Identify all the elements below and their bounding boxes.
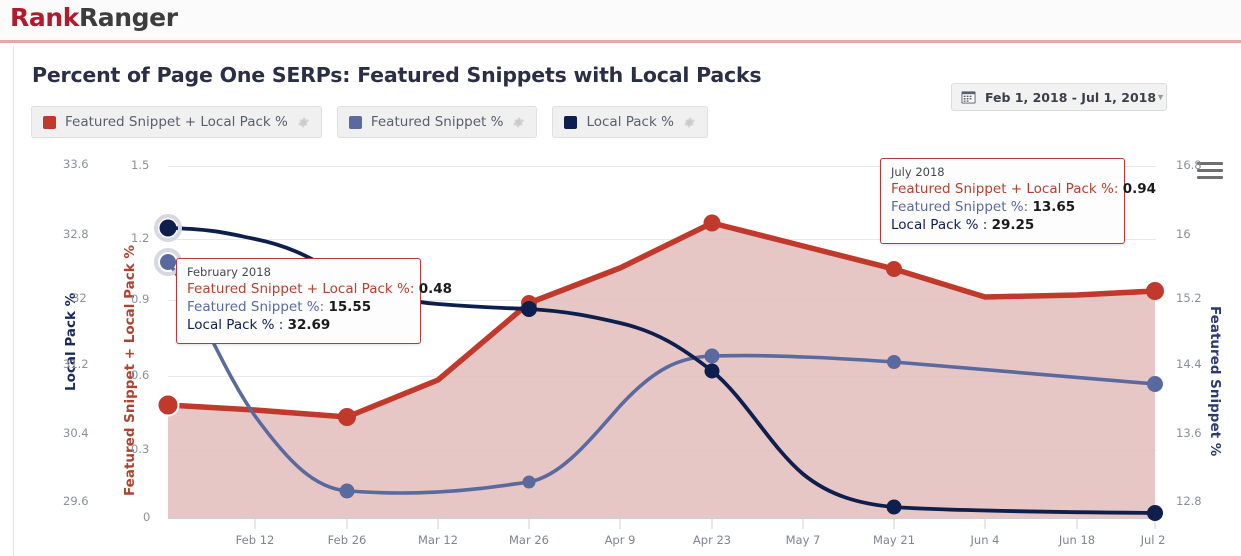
app-header: RankRanger bbox=[0, 0, 1241, 43]
tooltip-february: February 2018 Featured Snippet + Local P… bbox=[176, 258, 452, 344]
x-axis-label: Apr 23 bbox=[692, 533, 732, 547]
x-axis-label: Feb 26 bbox=[327, 533, 367, 547]
tooltip-row-fs-lp: Featured Snippet + Local Pack %: 0.94 bbox=[891, 181, 1156, 199]
x-axis-label: Apr 9 bbox=[604, 533, 636, 547]
tooltip-row-value: 32.69 bbox=[287, 316, 331, 333]
tooltip-row-label: Local Pack % : bbox=[891, 216, 988, 233]
tooltip-row-fs-lp: Featured Snippet + Local Pack %: 0.48 bbox=[187, 281, 452, 299]
data-point[interactable] bbox=[704, 348, 720, 364]
x-axis-label: Jun 4 bbox=[970, 533, 1000, 547]
data-point[interactable] bbox=[886, 499, 902, 515]
x-axis-label: Mar 12 bbox=[418, 533, 458, 547]
data-point[interactable] bbox=[887, 355, 901, 369]
data-point[interactable] bbox=[703, 214, 721, 232]
brand-logo-ranger: Ranger bbox=[78, 3, 178, 32]
data-point[interactable] bbox=[1147, 505, 1163, 521]
data-point[interactable] bbox=[522, 475, 536, 489]
tooltip-row-value: 0.48 bbox=[418, 281, 452, 298]
x-tick-marks bbox=[254, 518, 1156, 529]
data-point[interactable] bbox=[886, 261, 902, 277]
data-point[interactable] bbox=[339, 483, 355, 499]
tooltip-row-label: Featured Snippet %: bbox=[187, 298, 325, 315]
x-axis-label: Feb 12 bbox=[235, 533, 275, 547]
chart-panel: Percent of Page One SERPs: Featured Snip… bbox=[15, 46, 1241, 556]
x-axis-label: Jul 2 bbox=[1140, 533, 1166, 547]
data-point[interactable] bbox=[1147, 376, 1163, 392]
data-point[interactable] bbox=[521, 301, 537, 317]
tooltip-row-label: Local Pack % : bbox=[187, 316, 284, 333]
brand-logo-rank: Rank bbox=[10, 3, 79, 32]
tooltip-row-value: 29.25 bbox=[991, 216, 1035, 233]
x-axis-label: May 21 bbox=[872, 533, 916, 547]
tooltip-row-lp: Local Pack % : 32.69 bbox=[187, 317, 410, 335]
tooltip-date: July 2018 bbox=[891, 165, 945, 179]
data-point[interactable] bbox=[1146, 282, 1164, 300]
tooltip-row-lp: Local Pack % : 29.25 bbox=[891, 217, 1114, 235]
left-gutter bbox=[0, 46, 14, 556]
data-point[interactable] bbox=[160, 254, 176, 270]
tooltip-july: July 2018 Featured Snippet + Local Pack … bbox=[880, 158, 1156, 244]
tooltip-row-label: Featured Snippet + Local Pack %: bbox=[187, 281, 415, 298]
tooltip-row-fs: Featured Snippet %: 13.65 bbox=[891, 199, 1114, 217]
tooltip-row-value: 0.94 bbox=[1122, 181, 1156, 198]
x-axis-label: Jun 18 bbox=[1058, 533, 1096, 547]
data-point[interactable] bbox=[159, 219, 177, 237]
tooltip-date: February 2018 bbox=[187, 265, 271, 279]
tooltip-row-fs: Featured Snippet %: 15.55 bbox=[187, 299, 410, 317]
data-point[interactable] bbox=[704, 363, 720, 379]
x-axis-label: Mar 26 bbox=[509, 533, 549, 547]
x-axis-label: May 7 bbox=[785, 533, 821, 547]
tooltip-row-label: Featured Snippet + Local Pack %: bbox=[891, 181, 1119, 198]
data-point[interactable] bbox=[338, 408, 356, 426]
tooltip-row-label: Featured Snippet %: bbox=[891, 198, 1029, 215]
tooltip-row-value: 15.55 bbox=[328, 298, 372, 315]
chart-canvas: Local Pack % Featured Snippet + Local Pa… bbox=[15, 46, 1241, 556]
data-point[interactable] bbox=[156, 393, 180, 417]
tooltip-row-value: 13.65 bbox=[1032, 198, 1076, 215]
brand-logo[interactable]: RankRanger bbox=[10, 3, 178, 32]
